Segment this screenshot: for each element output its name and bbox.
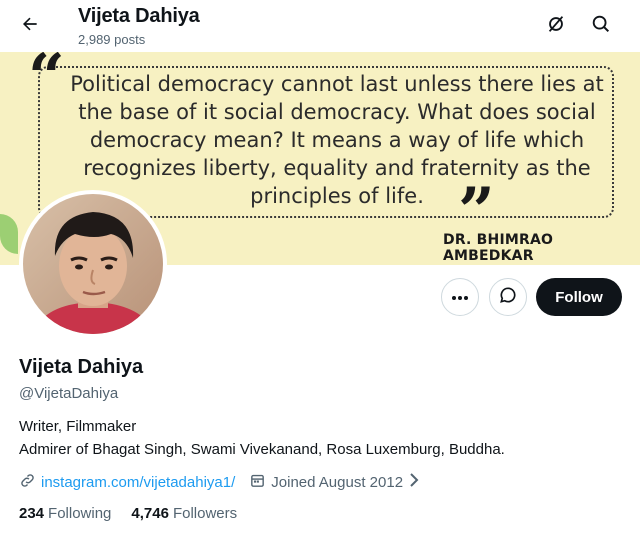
arrow-left-icon bbox=[20, 14, 40, 39]
link-icon bbox=[19, 472, 36, 493]
follow-stats: 234 Following 4,746 Followers bbox=[19, 505, 237, 522]
followers-stat[interactable]: 4,746 Followers bbox=[131, 505, 237, 522]
joined-date: Joined August 2012 bbox=[271, 473, 404, 491]
more-button[interactable] bbox=[441, 278, 479, 316]
back-button[interactable] bbox=[14, 10, 46, 42]
no-notify-button[interactable] bbox=[542, 12, 570, 40]
following-label: Following bbox=[48, 505, 112, 522]
followers-label: Followers bbox=[172, 505, 238, 522]
message-button[interactable] bbox=[489, 278, 527, 316]
top-bar: Vijeta Dahiya 2,989 posts bbox=[0, 0, 640, 52]
follow-button[interactable]: Follow bbox=[536, 278, 622, 316]
following-stat[interactable]: 234 Following bbox=[19, 505, 111, 522]
profile-name: Vijeta Dahiya bbox=[19, 356, 144, 378]
search-icon bbox=[590, 13, 612, 40]
banner-quote: Political democracy cannot last unless t… bbox=[70, 72, 604, 208]
calendar-icon bbox=[249, 472, 266, 493]
profile-meta: instagram.com/vijetadahiya1/ Joined Augu… bbox=[19, 471, 419, 493]
bio-line-2: Admirer of Bhagat Singh, Swami Vivekanan… bbox=[19, 441, 505, 458]
chevron-right-icon[interactable] bbox=[409, 473, 419, 491]
profile-handle: @VijetaDahiya bbox=[19, 385, 119, 402]
leaf-decoration bbox=[0, 214, 18, 254]
message-bubble-icon bbox=[498, 285, 518, 310]
followers-count: 4,746 bbox=[131, 505, 169, 522]
quote-author: DR. BHIMRAO AMBEDKAR bbox=[443, 232, 554, 264]
post-count: 2,989 posts bbox=[78, 32, 146, 47]
more-horizontal-icon bbox=[451, 288, 469, 306]
following-count: 234 bbox=[19, 505, 45, 522]
avatar[interactable] bbox=[19, 190, 167, 338]
website-link[interactable]: instagram.com/vijetadahiya1/ bbox=[41, 474, 235, 491]
avatar-photo bbox=[23, 194, 163, 334]
header-title: Vijeta Dahiya bbox=[78, 5, 200, 27]
bio-line-1: Writer, Filmmaker bbox=[19, 418, 137, 435]
no-notify-icon bbox=[545, 13, 567, 40]
search-button[interactable] bbox=[587, 12, 615, 40]
